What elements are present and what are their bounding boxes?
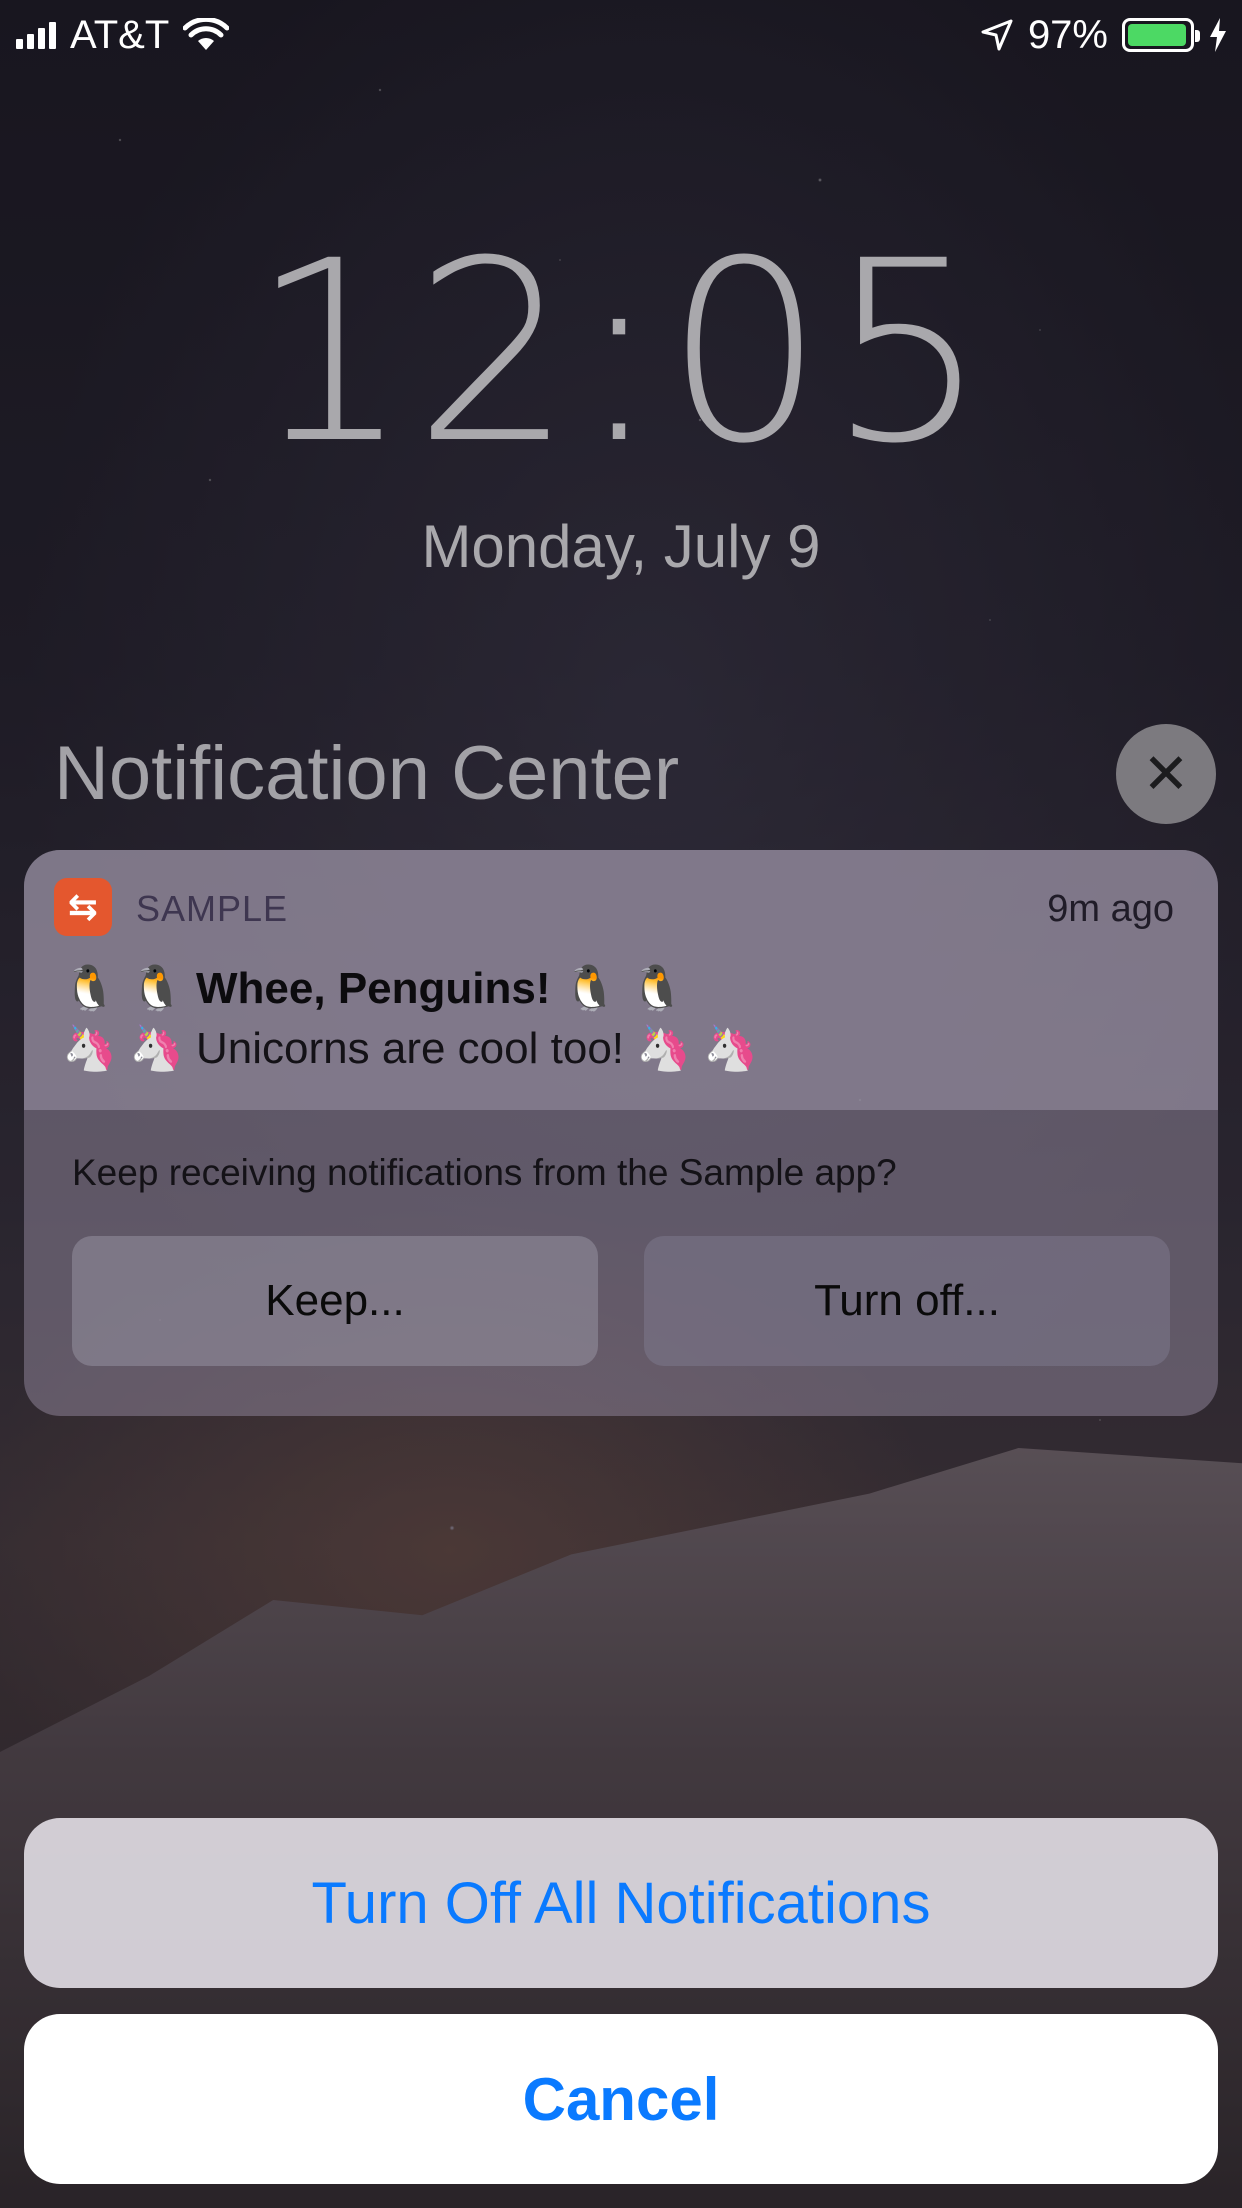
keep-button[interactable]: Keep... [72,1236,598,1366]
notification-question: Keep receiving notifications from the Sa… [72,1152,897,1193]
notification-time: 9m ago [1047,888,1174,930]
status-right: 97% [980,10,1228,60]
turn-off-button[interactable]: Turn off... [644,1236,1170,1366]
status-left: AT&T [16,10,230,60]
close-button[interactable]: ✕ [1116,724,1216,824]
status-bar: AT&T 97% [0,0,1242,70]
close-icon: ✕ [1142,742,1190,805]
location-arrow-icon [981,19,1013,51]
turn-off-all-notifications-button[interactable]: Turn Off All Notifications [24,1818,1218,1988]
notification-content[interactable]: ⇆ SAMPLE 9m ago 🐧 🐧 Whee, Penguins! 🐧 🐧 … [24,850,1218,1110]
lock-screen-time: 12:05 [250,207,992,498]
notification-app-name: SAMPLE [136,888,289,929]
notification-title: 🐧 🐧 Whee, Penguins! 🐧 🐧 [62,964,685,1013]
wifi-icon [183,18,230,50]
sample-app-icon: ⇆ [54,878,112,936]
notification-body: 🦄 🦄 Unicorns are cool too! 🦄 🦄 [62,1024,759,1073]
battery-percent: 97% [1027,13,1108,57]
signal-icon [16,21,56,49]
lock-screen-date: Monday, July 9 [421,513,821,580]
carrier-label: AT&T [70,13,170,57]
charging-bolt-icon [1210,18,1226,52]
cancel-button[interactable]: Cancel [24,2014,1218,2184]
notification-card[interactable]: ⇆ SAMPLE 9m ago 🐧 🐧 Whee, Penguins! 🐧 🐧 … [24,850,1218,1416]
battery-icon [1122,18,1200,52]
notification-center-title: Notification Center [54,731,680,816]
